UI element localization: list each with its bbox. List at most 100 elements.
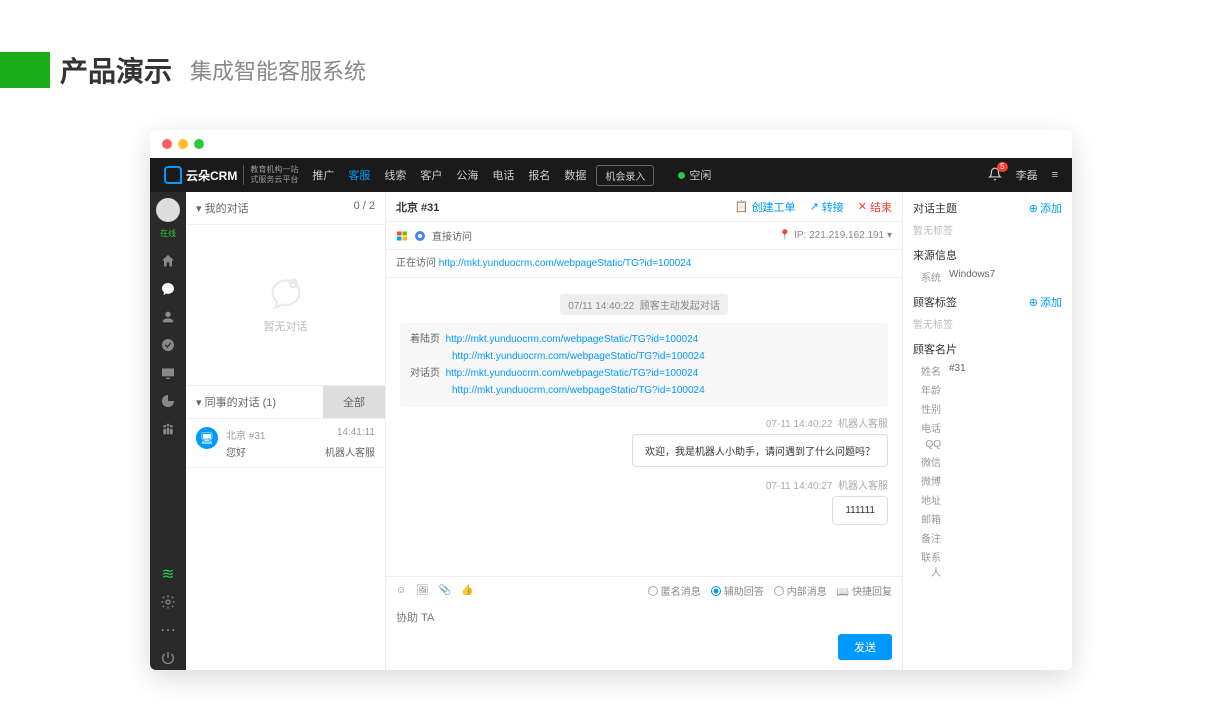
avatar[interactable] — [156, 198, 180, 222]
chat-icon[interactable] — [159, 280, 177, 298]
card-field[interactable]: 微信 — [913, 454, 1062, 469]
msg1-bubble: 欢迎，我是机器人小助手，请问遇到了什么问题吗？ — [632, 434, 888, 467]
card-field[interactable]: 微博 — [913, 473, 1062, 488]
empty-chat-icon — [268, 276, 304, 312]
home-icon[interactable] — [159, 252, 177, 270]
nav-enroll[interactable]: 报名 — [528, 167, 550, 183]
msg2-bubble: 111111 — [832, 496, 888, 525]
tags-empty: 暂无标签 — [913, 316, 1062, 331]
end-button[interactable]: ✕ 结束 — [858, 199, 892, 215]
anonymous-checkbox[interactable]: 匿名消息 — [648, 583, 701, 598]
card-field[interactable]: 性别 — [913, 401, 1062, 416]
brand-tagline: 教育机构一站式服务云平台 — [243, 165, 298, 184]
msg2-meta: 07-11 14:40:27 机器人客服 — [400, 477, 888, 492]
nav-leads[interactable]: 线索 — [384, 167, 406, 183]
visiting-url-bar: 正在访问 http://mkt.yunduocrm.com/webpageSta… — [386, 250, 902, 278]
page-urls-block: 着陆页 http://mkt.yunduocrm.com/webpageStat… — [400, 323, 888, 407]
source-title: 来源信息 — [913, 247, 957, 263]
card-field[interactable]: 年龄 — [913, 382, 1062, 397]
app-window: 云朵CRM 教育机构一站式服务云平台 推广 客服 线索 客户 公海 电话 报名 … — [150, 130, 1072, 670]
card-field[interactable]: 邮箱 — [913, 511, 1062, 526]
send-button[interactable]: 发送 — [838, 634, 892, 660]
dots-icon[interactable]: ⋯ — [159, 621, 177, 639]
conversation-list: ▾ 我的对话 0 / 2 暂无对话 ▾ 同事的对话 (1) 全部 🖥 北京 #3… — [186, 192, 386, 670]
screen-icon[interactable] — [159, 364, 177, 382]
visiting-link[interactable]: http://mkt.yunduocrm.com/webpageStatic/T… — [439, 258, 692, 269]
system-event: 07/11 14:40:22 顾客主动发起对话 — [560, 294, 728, 315]
online-label: 在线 — [160, 228, 176, 239]
thumbs-icon[interactable]: 👍 — [461, 585, 473, 596]
conversation-item[interactable]: 🖥 北京 #3114:41:11 您好机器人客服 — [186, 419, 385, 468]
nav-phone[interactable]: 电话 — [492, 167, 514, 183]
card-field[interactable]: 电话 — [913, 420, 1062, 435]
right-panel: 对话主题 ⊕ 添加 暂无标签 来源信息 系统Windows7 顾客标签 ⊕ 添加… — [902, 192, 1072, 670]
landing-link-1[interactable]: http://mkt.yunduocrm.com/webpageStatic/T… — [446, 334, 699, 345]
tags-add-button[interactable]: ⊕ 添加 — [1029, 294, 1062, 310]
wifi-icon[interactable]: ≋ — [159, 565, 177, 583]
card-field[interactable]: QQ — [913, 439, 1062, 450]
card-field[interactable]: 备注 — [913, 530, 1062, 545]
card-field[interactable]: 姓名#31 — [913, 363, 1062, 378]
image-icon[interactable]: 🖼 — [416, 585, 429, 596]
status-dot-icon — [678, 172, 685, 179]
card-field[interactable]: 联系人 — [913, 549, 1062, 579]
chat-title: 北京 #31 — [396, 199, 439, 215]
minimize-dot[interactable] — [178, 139, 188, 149]
quick-reply-button[interactable]: 📖 快捷回复 — [837, 583, 892, 598]
emoji-icon[interactable]: ☺ — [396, 585, 406, 596]
notifications-button[interactable]: 5 — [988, 167, 1002, 184]
assist-radio[interactable]: 辅助回答 — [711, 583, 764, 598]
peer-conv-header[interactable]: ▾ 同事的对话 (1) 全部 — [186, 385, 385, 419]
record-opportunity-button[interactable]: 机会录入 — [596, 165, 654, 186]
source-system: Windows7 — [949, 269, 995, 284]
icon-sidebar: 在线 ≋ ⋯ — [150, 192, 186, 670]
menu-icon[interactable]: ≡ — [1052, 169, 1058, 181]
page-subtitle: 集成智能客服系统 — [190, 54, 366, 86]
notification-badge: 5 — [997, 162, 1007, 172]
conv-link-2[interactable]: http://mkt.yunduocrm.com/webpageStatic/T… — [452, 385, 705, 396]
visitor-ip: 📍 IP: 221.219.162.191 ▾ — [779, 230, 892, 241]
topic-empty: 暂无标签 — [913, 222, 1062, 237]
nav-service[interactable]: 客服 — [348, 167, 370, 183]
page-header: 产品演示 集成智能客服系统 — [0, 0, 1210, 110]
transfer-button[interactable]: ↗ 转接 — [810, 199, 844, 215]
maximize-dot[interactable] — [194, 139, 204, 149]
brand-logo[interactable]: 云朵CRM 教育机构一站式服务云平台 — [164, 165, 298, 184]
tags-title: 顾客标签 — [913, 294, 957, 310]
chat-header: 北京 #31 📋 创建工单 ↗ 转接 ✕ 结束 — [386, 192, 902, 222]
visit-info-bar: 直接访问 📍 IP: 221.219.162.191 ▾ — [386, 222, 902, 250]
current-user[interactable]: 李磊 — [1016, 167, 1038, 183]
pie-icon[interactable] — [159, 392, 177, 410]
create-ticket-button[interactable]: 📋 创建工单 — [735, 199, 796, 215]
topic-add-button[interactable]: ⊕ 添加 — [1029, 200, 1062, 216]
empty-state: 暂无对话 — [186, 225, 385, 385]
topic-title: 对话主题 — [913, 200, 957, 216]
check-icon[interactable] — [159, 336, 177, 354]
chat-panel: 北京 #31 📋 创建工单 ↗ 转接 ✕ 结束 直接访问 📍 IP: 221.2… — [386, 192, 902, 670]
filter-all-button[interactable]: 全部 — [323, 386, 385, 418]
landing-link-2[interactable]: http://mkt.yunduocrm.com/webpageStatic/T… — [452, 351, 705, 362]
gear-icon[interactable] — [159, 593, 177, 611]
status-idle[interactable]: 空闲 — [678, 167, 711, 183]
nav-promo[interactable]: 推广 — [312, 167, 334, 183]
logo-icon — [164, 166, 182, 184]
power-icon[interactable] — [159, 649, 177, 667]
close-dot[interactable] — [162, 139, 172, 149]
windows-icon — [396, 230, 408, 242]
attach-icon[interactable]: 📎 — [439, 585, 451, 596]
conv-link-1[interactable]: http://mkt.yunduocrm.com/webpageStatic/T… — [446, 368, 699, 379]
nav-customers[interactable]: 客户 — [420, 167, 442, 183]
internal-checkbox[interactable]: 内部消息 — [774, 583, 827, 598]
visit-direct-label: 直接访问 — [432, 228, 472, 243]
window-titlebar — [150, 130, 1072, 158]
nav-data[interactable]: 数据 — [564, 167, 586, 183]
message-input[interactable] — [396, 608, 892, 628]
nav-pool[interactable]: 公海 — [456, 167, 478, 183]
chat-toolbar: ☺ 🖼 📎 👍 匿名消息 辅助回答 内部消息 📖 快捷回复 — [386, 576, 902, 604]
card-field[interactable]: 地址 — [913, 492, 1062, 507]
group-icon[interactable] — [159, 420, 177, 438]
nav-right: 5 李磊 ≡ — [988, 167, 1058, 184]
chat-messages: 07/11 14:40:22 顾客主动发起对话 着陆页 http://mkt.y… — [386, 278, 902, 576]
my-conv-header[interactable]: ▾ 我的对话 0 / 2 — [186, 192, 385, 225]
person-icon[interactable] — [159, 308, 177, 326]
